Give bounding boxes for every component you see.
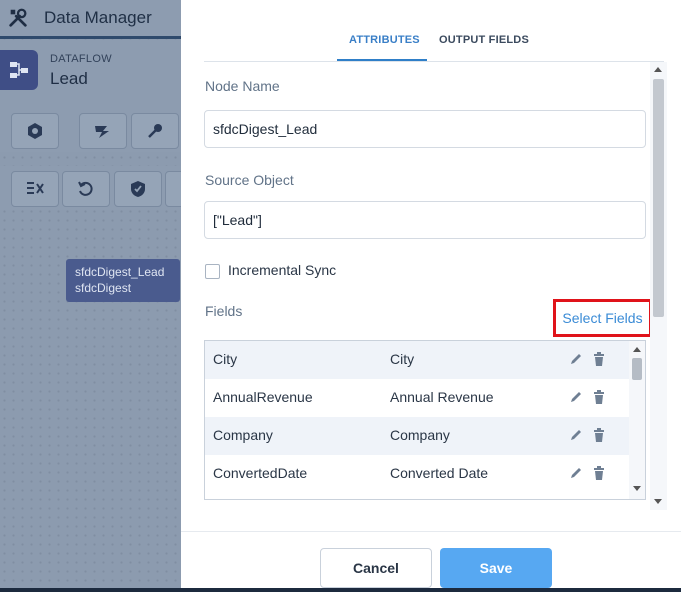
node-name-input[interactable]: sfdcDigest_Lead bbox=[204, 110, 646, 148]
node-editor-panel: ATTRIBUTES OUTPUT FIELDS Node Name sfdcD… bbox=[181, 0, 681, 588]
table-row: AnnualRevenue Annual Revenue bbox=[205, 379, 629, 417]
fields-label: Fields bbox=[205, 303, 243, 319]
table-scroll-thumb[interactable] bbox=[632, 358, 642, 380]
node-toolbar-row-2 bbox=[0, 166, 181, 210]
app-header: Data Manager bbox=[0, 0, 181, 39]
computeexpression-icon[interactable] bbox=[131, 113, 179, 149]
node-title: sfdcDigest_Lead bbox=[75, 265, 165, 279]
cancel-button[interactable]: Cancel bbox=[320, 548, 432, 588]
tab-output-fields[interactable]: OUTPUT FIELDS bbox=[439, 34, 529, 46]
field-label: City bbox=[390, 351, 415, 367]
dataflow-canvas: Data Manager DATAFLOW Lead sfdcDigest_Le… bbox=[0, 0, 181, 592]
table-row: City City bbox=[205, 341, 629, 379]
undo-icon[interactable] bbox=[62, 171, 110, 207]
dataflow-icon bbox=[0, 50, 38, 90]
scroll-up-arrow-icon[interactable] bbox=[654, 67, 662, 72]
select-fields-link[interactable]: Select Fields bbox=[553, 299, 652, 337]
trash-icon[interactable] bbox=[593, 352, 605, 366]
source-object-label: Source Object bbox=[205, 172, 294, 188]
trash-icon[interactable] bbox=[593, 390, 605, 404]
canvas-node-sfdcdigest-lead[interactable]: sfdcDigest_Lead sfdcDigest bbox=[66, 259, 180, 302]
field-label: Annual Revenue bbox=[390, 389, 494, 405]
more-tool-button[interactable] bbox=[165, 171, 181, 207]
field-api-name: Company bbox=[213, 427, 273, 443]
app-title: Data Manager bbox=[44, 8, 152, 27]
field-label: Company bbox=[390, 427, 450, 443]
incremental-sync-label: Incremental Sync bbox=[228, 262, 337, 278]
dataflow-header: DATAFLOW Lead bbox=[0, 40, 181, 108]
table-scrollbar[interactable] bbox=[629, 341, 645, 499]
pencil-icon[interactable] bbox=[569, 352, 583, 366]
shield-icon[interactable] bbox=[114, 171, 162, 207]
tools-icon bbox=[9, 8, 27, 27]
panel-scroll-thumb[interactable] bbox=[653, 79, 664, 317]
table-row: ConvertedDate Converted Date bbox=[205, 455, 629, 493]
table-row: Company Company bbox=[205, 417, 629, 455]
node-type: sfdcDigest bbox=[75, 281, 132, 295]
pencil-icon[interactable] bbox=[569, 428, 583, 442]
field-api-name: AnnualRevenue bbox=[213, 389, 313, 405]
select-fields-text: Select Fields bbox=[562, 310, 643, 326]
pencil-icon[interactable] bbox=[569, 466, 583, 480]
fields-table: City City AnnualRevenue Annual Revenue C… bbox=[204, 340, 646, 500]
trash-icon[interactable] bbox=[593, 466, 605, 480]
panel-scrollbar[interactable] bbox=[650, 62, 667, 510]
sfdcdigest-icon[interactable] bbox=[11, 113, 59, 149]
dataflow-name: Lead bbox=[50, 69, 88, 88]
scroll-up-arrow-icon[interactable] bbox=[633, 347, 641, 352]
dataflow-kicker: DATAFLOW bbox=[50, 53, 112, 65]
source-object-input[interactable]: ["Lead"] bbox=[204, 201, 646, 239]
field-label: Converted Date bbox=[390, 465, 489, 481]
save-button[interactable]: Save bbox=[440, 548, 552, 588]
tab-bar: ATTRIBUTES OUTPUT FIELDS bbox=[181, 0, 681, 62]
attributes-form: Node Name sfdcDigest_Lead Source Object … bbox=[204, 62, 669, 510]
node-name-label: Node Name bbox=[205, 78, 280, 94]
augment-icon[interactable] bbox=[79, 113, 127, 149]
field-api-name: ConvertedDate bbox=[213, 465, 308, 481]
field-api-name: City bbox=[213, 351, 238, 367]
footer-divider bbox=[181, 531, 681, 532]
pencil-icon[interactable] bbox=[569, 390, 583, 404]
filter-icon[interactable] bbox=[11, 171, 59, 207]
scroll-down-arrow-icon[interactable] bbox=[633, 486, 641, 491]
window-bottom-edge bbox=[0, 588, 681, 592]
node-toolbar-row-1 bbox=[0, 108, 181, 152]
tab-attributes[interactable]: ATTRIBUTES bbox=[349, 34, 420, 46]
incremental-sync-checkbox[interactable] bbox=[205, 264, 220, 279]
trash-icon[interactable] bbox=[593, 428, 605, 442]
scroll-down-arrow-icon[interactable] bbox=[654, 499, 662, 504]
